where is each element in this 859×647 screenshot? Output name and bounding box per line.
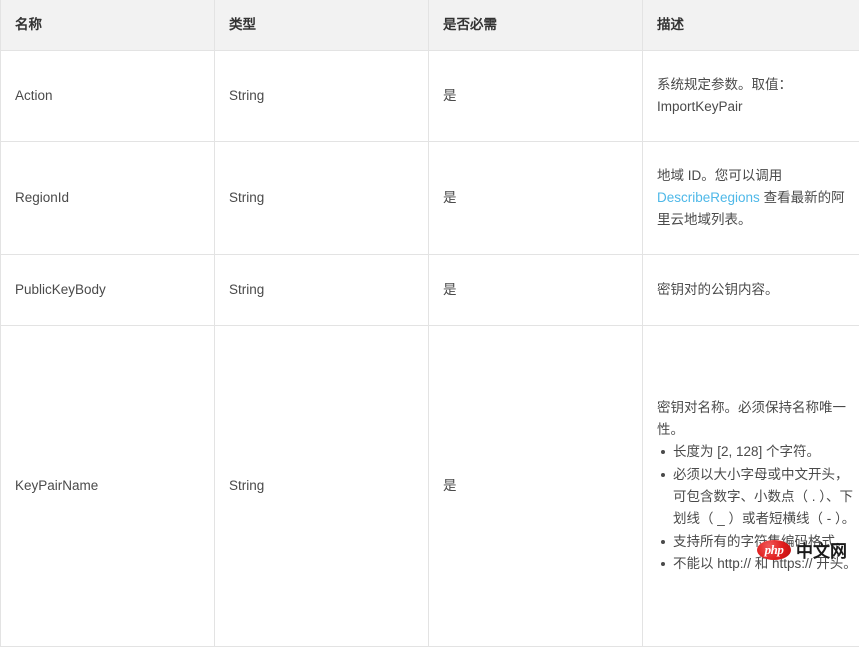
php-logo-icon: php [757, 540, 791, 560]
watermark-site-label: 中文网 [796, 537, 847, 562]
cell-parameter-name: RegionId [1, 142, 215, 255]
description-text: 密钥对的公钥内容。 [657, 279, 858, 301]
list-item: 必须以大小字母或中文开头，可包含数字、小数点（ . ）、下划线（ _ ）或者短横… [673, 464, 858, 531]
describe-regions-link[interactable]: DescribeRegions [657, 190, 760, 205]
table-header-row: 名称 类型 是否必需 描述 [1, 0, 859, 51]
column-header-type: 类型 [215, 0, 429, 51]
description-text: 系统规定参数。取值：ImportKeyPair [657, 74, 858, 119]
cell-parameter-description: 密钥对名称。必须保持名称唯一性。 长度为 [2, 128] 个字符。 必须以大小… [643, 326, 859, 647]
cell-parameter-description: 密钥对的公钥内容。 [643, 255, 859, 326]
cell-parameter-description: 系统规定参数。取值：ImportKeyPair [643, 51, 859, 142]
list-item: 长度为 [2, 128] 个字符。 [673, 441, 858, 463]
cell-parameter-required: 是 [429, 255, 643, 326]
cell-parameter-type: String [215, 255, 429, 326]
table-row: PublicKeyBody String 是 密钥对的公钥内容。 [1, 255, 859, 326]
cell-parameter-type: String [215, 142, 429, 255]
description-text: 地域 ID。您可以调用 DescribeRegions 查看最新的阿里云地域列表… [657, 165, 858, 232]
description-text-before-link: 地域 ID。您可以调用 [657, 168, 782, 183]
cell-parameter-required: 是 [429, 326, 643, 647]
table-row: KeyPairName String 是 密钥对名称。必须保持名称唯一性。 长度… [1, 326, 859, 647]
table-row: Action String 是 系统规定参数。取值：ImportKeyPair [1, 51, 859, 142]
cell-parameter-type: String [215, 326, 429, 647]
column-header-required: 是否必需 [429, 0, 643, 51]
table-row: RegionId String 是 地域 ID。您可以调用 DescribeRe… [1, 142, 859, 255]
cell-parameter-required: 是 [429, 142, 643, 255]
cell-parameter-description: 地域 ID。您可以调用 DescribeRegions 查看最新的阿里云地域列表… [643, 142, 859, 255]
cell-parameter-type: String [215, 51, 429, 142]
cell-parameter-required: 是 [429, 51, 643, 142]
cell-parameter-name: PublicKeyBody [1, 255, 215, 326]
php-chinese-watermark: php 中文网 [757, 537, 847, 562]
column-header-name: 名称 [1, 0, 215, 51]
cell-parameter-name: KeyPairName [1, 326, 215, 647]
column-header-description: 描述 [643, 0, 859, 51]
cell-parameter-name: Action [1, 51, 215, 142]
table-header: 名称 类型 是否必需 描述 [1, 0, 859, 51]
api-parameters-table: 名称 类型 是否必需 描述 Action String 是 系统规定参数。取值：… [0, 0, 859, 647]
table-body: Action String 是 系统规定参数。取值：ImportKeyPair … [1, 51, 859, 647]
description-text: 密钥对名称。必须保持名称唯一性。 [657, 397, 858, 442]
